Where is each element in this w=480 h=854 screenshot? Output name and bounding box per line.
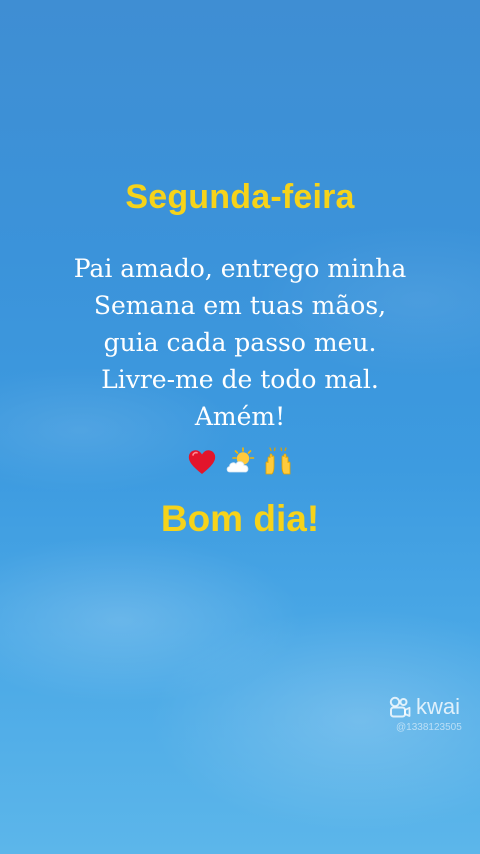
kwai-logo-icon bbox=[389, 696, 411, 718]
post-canvas: Segunda-feira Pai amado, entrego minha S… bbox=[0, 0, 480, 854]
watermark-brand: kwai bbox=[416, 694, 461, 719]
prayer-line: Semana em tuas mãos, bbox=[93, 291, 387, 320]
watermark-brand-row: kwai bbox=[388, 694, 470, 720]
kwai-watermark: kwai @1338123505 bbox=[388, 694, 470, 733]
raising-hands-icon bbox=[266, 447, 291, 475]
day-title: Segunda-feira bbox=[125, 178, 355, 216]
prayer-line: Pai amado, entrego minha bbox=[73, 254, 407, 283]
greeting-text: Bom dia! bbox=[160, 498, 320, 539]
prayer-line: guia cada passo meu. bbox=[103, 328, 377, 357]
sun-behind-cloud-icon bbox=[226, 447, 255, 473]
prayer-line: Amém! bbox=[194, 402, 286, 431]
watermark-handle: @1338123505 bbox=[396, 722, 462, 733]
emoji-row bbox=[0, 446, 480, 482]
red-heart-icon bbox=[188, 450, 215, 474]
prayer-text: Pai amado, entrego minha Semana em tuas … bbox=[0, 250, 480, 435]
prayer-line: Livre-me de todo mal. bbox=[101, 365, 379, 394]
